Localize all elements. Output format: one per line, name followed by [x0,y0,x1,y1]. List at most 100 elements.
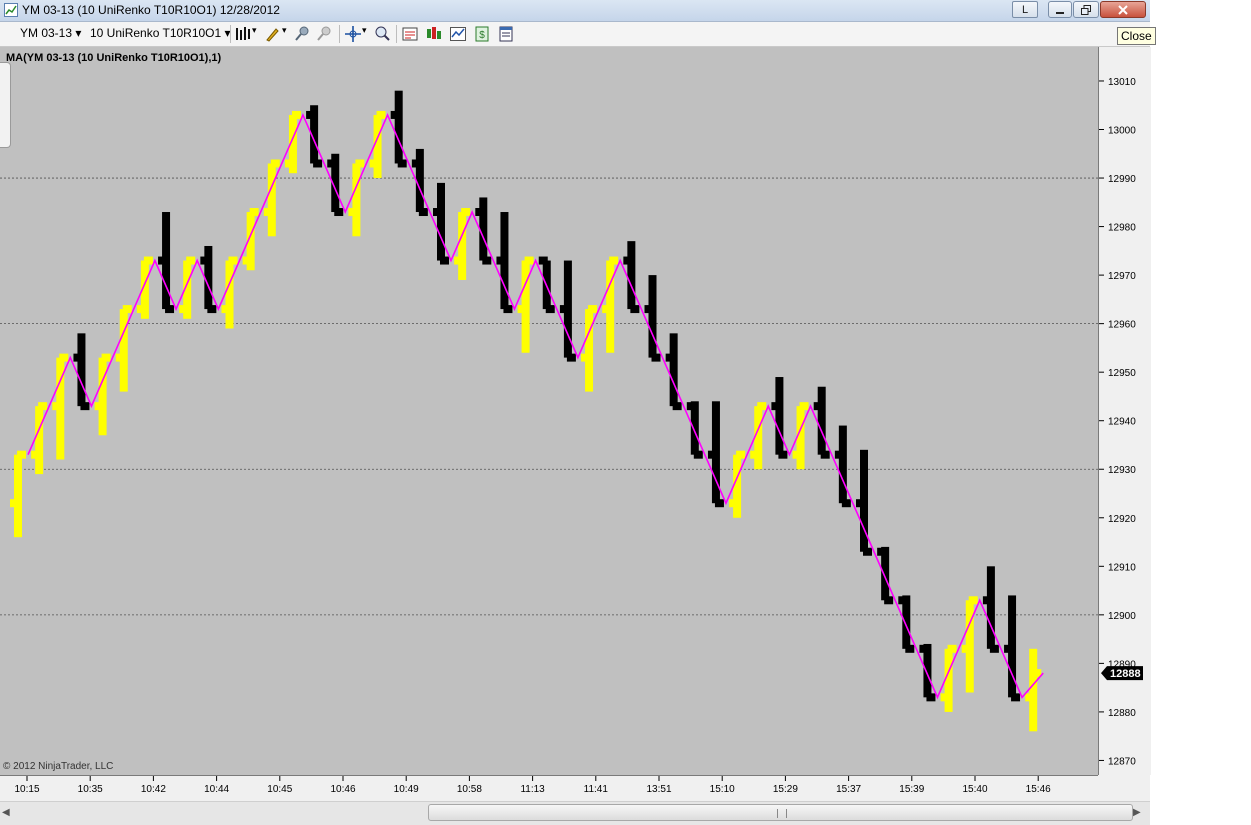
up-renko-bar[interactable] [221,256,238,329]
last-price-label: 12888 [1110,668,1141,680]
minimize-button[interactable] [1048,1,1072,18]
down-renko-bar[interactable] [306,105,323,168]
layout-button[interactable]: L [1012,1,1038,18]
bar-open-tick [707,450,717,459]
bar-open-tick [454,256,464,265]
bar-type-selector[interactable]: 10 UniRenko T10R10O1 ▾ [90,26,231,40]
indicators-icon[interactable] [449,25,467,43]
bar-open-tick [327,159,337,168]
strategies-icon[interactable]: $ [473,25,491,43]
bar-wick [796,406,805,470]
pin-icon[interactable] [293,25,311,43]
up-renko-bar[interactable] [792,402,809,470]
data-box-icon[interactable] [401,25,419,43]
bar-open-tick [877,547,887,556]
bar-wick [775,377,784,455]
bar-wick [14,454,22,538]
up-renko-bar[interactable] [242,208,259,271]
chart-app-icon [4,3,18,17]
up-renko-bar[interactable] [10,450,26,538]
bar-open-tick [52,402,62,411]
bar-close-tick [482,256,492,265]
time-tick-label: 10:58 [457,784,482,795]
instrument-selector[interactable]: YM 03-13 ▾ [20,26,81,40]
chart-window: YM 03-13 (10 UniRenko T10R10O1) 12/28/20… [0,0,1151,825]
bar-close-tick [884,596,894,605]
down-renko-bar[interactable] [475,197,492,265]
bar-open-tick [31,450,41,459]
down-renko-bar[interactable] [623,241,640,314]
bar-wick [585,309,594,392]
bar-wick [669,333,678,407]
drawing-tool-dropdown-icon[interactable]: ▾ [282,25,287,36]
down-renko-bar[interactable] [200,245,217,314]
time-tick-label: 15:37 [836,784,861,795]
bar-close-tick [207,305,217,314]
up-renko-bar[interactable] [369,110,386,179]
bar-close-tick [736,450,746,459]
chart-toolbar: YM 03-13 ▾ 10 UniRenko T10R10O1 ▾ ▾ ▾ ▾ [0,22,1150,47]
crosshair-dropdown-icon[interactable]: ▾ [362,25,367,36]
bar-close-tick [863,547,872,556]
bar-close-tick [228,256,238,265]
scroll-right-arrow-icon[interactable]: ▶ [1133,807,1141,818]
price-axis[interactable]: 13010 13000 12990 12980 12970 12960 12950 12940… [1098,47,1151,775]
bar-type-icon[interactable] [234,25,252,43]
bar-close-tick [355,159,365,168]
horizontal-scrollbar[interactable]: ◀ ▶ [0,801,1150,825]
up-renko-bar[interactable] [454,208,471,280]
bar-close-tick [186,256,196,265]
bar-close-tick [313,159,323,168]
bar-open-tick [73,353,83,362]
up-renko-bar[interactable] [136,256,153,319]
pin-disabled-icon[interactable] [315,25,333,43]
crosshair-icon[interactable] [344,25,362,43]
bar-close-tick [17,450,26,459]
time-tick-label: 10:49 [394,784,419,795]
bar-open-tick [242,256,252,265]
time-axis[interactable]: 10:15 10:35 10:42 10:44 10:45 10:46 10:49 10:58… [0,775,1098,802]
scroll-left-arrow-icon[interactable]: ◀ [2,807,10,818]
up-renko-bar[interactable] [179,256,196,319]
chart-plot-area[interactable] [0,47,1098,775]
bar-wick [267,163,276,237]
bar-open-tick [919,644,929,653]
bar-type-dropdown-icon[interactable]: ▾ [252,25,257,36]
down-renko-bar[interactable] [327,153,344,217]
time-tick-label: 15:39 [899,784,924,795]
down-renko-bar[interactable] [813,386,830,459]
time-tick-label: 15:29 [773,784,798,795]
zoom-icon[interactable] [373,25,391,43]
renko-chart[interactable] [0,47,1098,775]
time-tick-label: 10:42 [141,784,166,795]
window-title: YM 03-13 (10 UniRenko T10R10O1) 12/28/20… [22,3,280,17]
bar-open-tick [813,402,823,411]
bar-open-tick [898,596,908,605]
drawing-tool-icon[interactable] [264,25,282,43]
chart-style-icon[interactable] [425,25,443,43]
bar-wick [225,260,234,329]
price-tick-label: 12910 [1108,562,1136,573]
bar-open-tick [538,256,548,265]
bar-wick [944,648,953,712]
time-tick-label: 15:46 [1026,784,1051,795]
toolbar-separator [230,25,231,43]
close-button[interactable] [1100,1,1146,18]
bar-close-tick [630,305,640,314]
up-renko-bar[interactable] [31,402,48,475]
bar-open-tick [200,256,210,265]
collapsed-side-panel[interactable] [0,62,11,148]
down-renko-bar[interactable] [411,148,428,217]
up-renko-bar[interactable] [750,402,767,470]
bar-open-tick [602,305,612,314]
bar-close-tick [291,110,301,119]
restore-button[interactable] [1073,1,1099,18]
up-renko-bar[interactable] [940,644,957,712]
bar-open-tick [982,596,992,605]
up-renko-bar[interactable] [729,450,746,518]
title-bar[interactable]: YM 03-13 (10 UniRenko T10R10O1) 12/28/20… [0,0,1150,22]
bar-open-tick [665,353,675,362]
up-renko-bar[interactable] [284,110,301,174]
bar-wick [35,406,44,475]
properties-icon[interactable] [497,25,515,43]
